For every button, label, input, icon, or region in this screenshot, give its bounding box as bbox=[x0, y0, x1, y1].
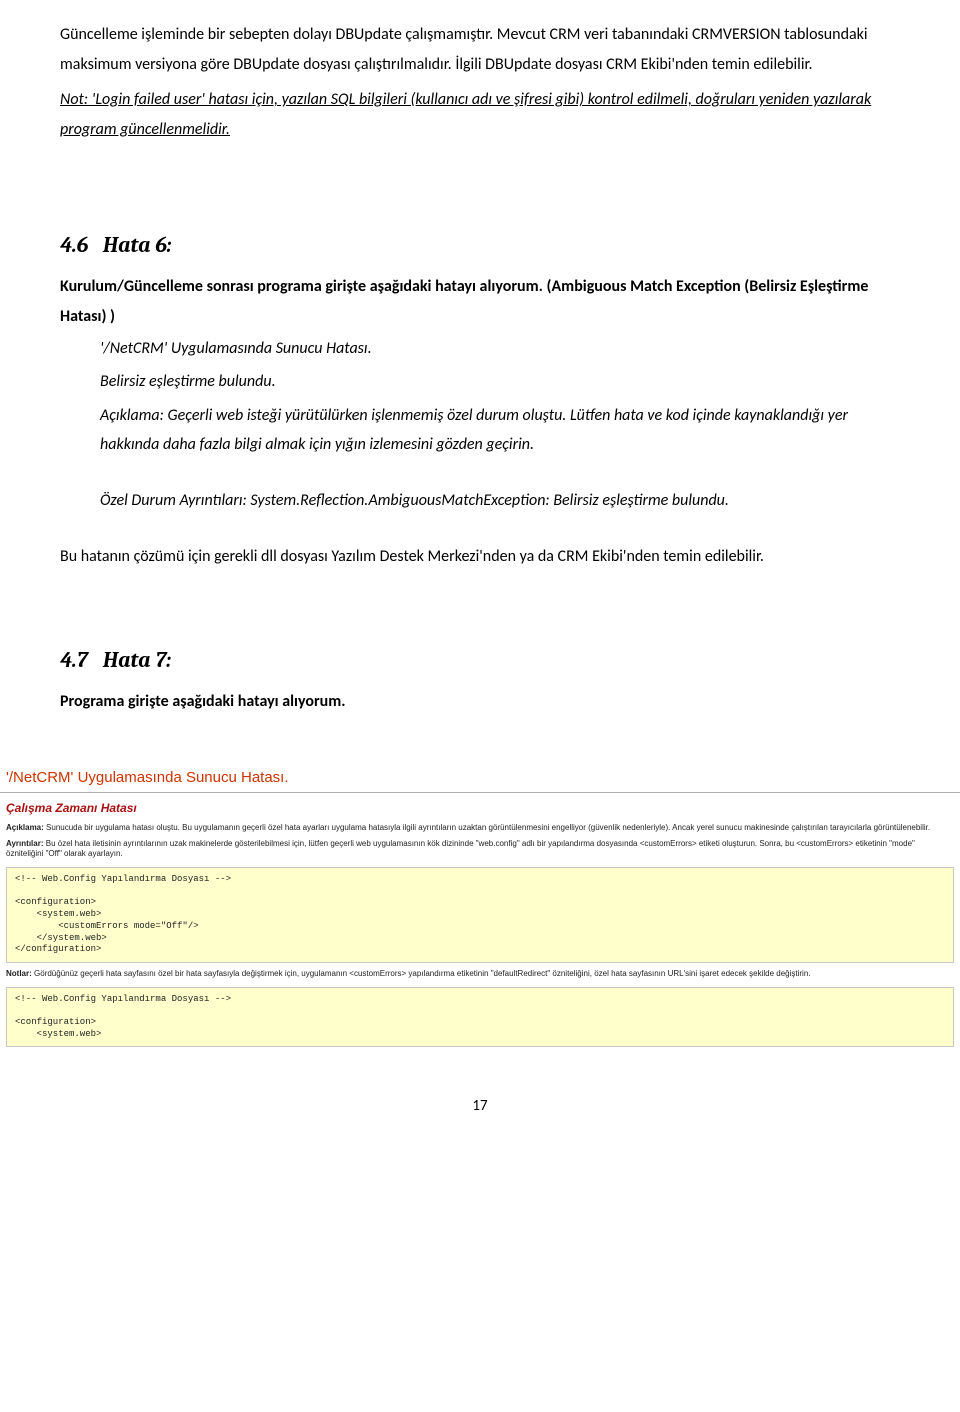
config-code-block-2: <!-- Web.Config Yapılandırma Dosyası -->… bbox=[6, 987, 954, 1048]
intro-paragraph: Güncelleme işleminde bir sebepten dolayı… bbox=[60, 20, 900, 79]
config-code-block-1: <!-- Web.Config Yapılandırma Dosyası -->… bbox=[6, 867, 954, 963]
page-number: 17 bbox=[0, 1097, 960, 1115]
heading-title: Hata 6: bbox=[103, 232, 172, 258]
error-details-line: Ayrıntılar: Bu özel hata iletisinin ayrı… bbox=[0, 837, 960, 864]
heading-number: 4.6 bbox=[60, 232, 98, 258]
error-page-title: '/NetCRM' Uygulamasında Sunucu Hatası. bbox=[0, 759, 960, 792]
hata6-lead: Kurulum/Güncelleme sonrası programa giri… bbox=[60, 272, 900, 331]
hata6-line-1: '/NetCRM' Uygulamasında Sunucu Hatası. bbox=[100, 334, 900, 364]
hata6-solution: Bu hatanın çözümü için gerekli dll dosya… bbox=[60, 542, 900, 572]
text-notlar: Gördüğünüz geçerli hata sayfasını özel b… bbox=[34, 969, 811, 978]
label-aciklama: Açıklama: bbox=[6, 823, 44, 832]
label-notlar: Notlar: bbox=[6, 969, 32, 978]
hata6-line-4: Özel Durum Ayrıntıları: System.Reflectio… bbox=[100, 486, 900, 516]
error-notes-line: Notlar: Gördüğünüz geçerli hata sayfasın… bbox=[0, 967, 960, 983]
hata7-lead: Programa girişte aşağıdaki hatayı alıyor… bbox=[60, 687, 900, 717]
heading-hata-6: 4.6 Hata 6: bbox=[60, 232, 900, 258]
heading-title: Hata 7: bbox=[103, 647, 171, 673]
intro-note: Not: 'Login failed user' hatası için, ya… bbox=[60, 85, 900, 144]
heading-hata-7: 4.7 Hata 7: bbox=[60, 647, 900, 673]
runtime-error-heading: Çalışma Zamanı Hatası bbox=[0, 793, 960, 821]
label-ayrintilar: Ayrıntılar: bbox=[6, 839, 44, 848]
text-ayrintilar: Bu özel hata iletisinin ayrıntılarının u… bbox=[6, 839, 915, 859]
error-description-line: Açıklama: Sunucuda bir uygulama hatası o… bbox=[0, 821, 960, 837]
text-aciklama: Sunucuda bir uygulama hatası oluştu. Bu … bbox=[46, 823, 930, 832]
hata6-line-3: Açıklama: Geçerli web isteği yürütülürke… bbox=[100, 401, 900, 460]
hata6-line-2: Belirsiz eşleştirme bulundu. bbox=[100, 367, 900, 397]
heading-number: 4.7 bbox=[60, 647, 98, 673]
